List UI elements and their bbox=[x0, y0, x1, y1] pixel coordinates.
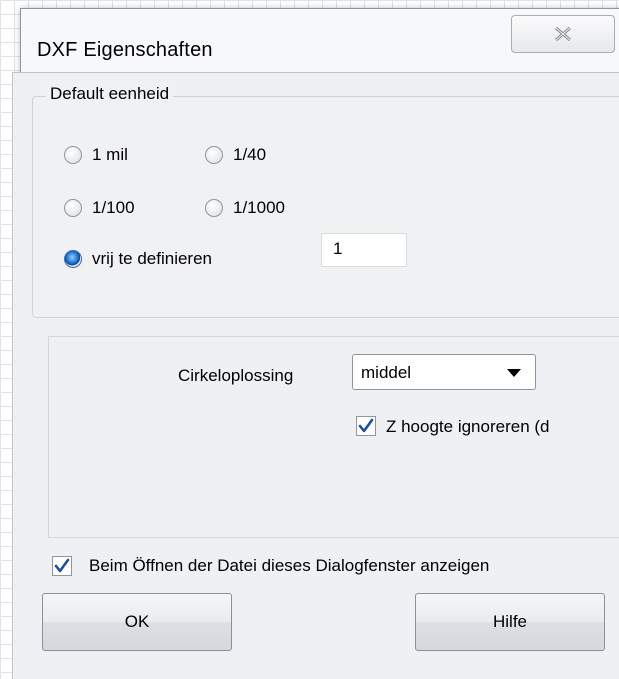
radio-label: 1/40 bbox=[233, 145, 267, 164]
radio-1-1000[interactable]: 1/1000 bbox=[205, 198, 285, 218]
radio-label: 1/100 bbox=[92, 198, 135, 217]
radio-button-selected[interactable] bbox=[64, 250, 82, 268]
custom-unit-input[interactable]: 1 bbox=[321, 233, 407, 267]
title-bar: DXF Eigenschaften bbox=[21, 9, 619, 81]
screen: DXF Eigenschaften Default eenheid 1 mil … bbox=[0, 0, 619, 679]
checkmark-icon bbox=[54, 558, 70, 573]
circle-resolution-select[interactable]: middel bbox=[352, 354, 536, 390]
radio-1-100[interactable]: 1/100 bbox=[64, 198, 135, 218]
triangle-down-icon bbox=[507, 369, 521, 377]
ok-button[interactable]: OK bbox=[42, 593, 232, 651]
radio-button[interactable] bbox=[64, 146, 82, 164]
circle-resolution-label: Cirkeloplossing bbox=[178, 366, 294, 385]
checkmark-icon bbox=[358, 418, 374, 433]
help-button[interactable]: Hilfe bbox=[415, 593, 605, 651]
close-button[interactable] bbox=[511, 15, 615, 53]
show-dialog-checkbox[interactable] bbox=[52, 556, 72, 576]
radio-label: 1/1000 bbox=[233, 198, 285, 217]
default-unit-legend: Default eenheid bbox=[46, 84, 174, 104]
radio-custom[interactable]: vrij te definieren bbox=[64, 249, 212, 269]
radio-button[interactable] bbox=[64, 199, 82, 217]
window-title: DXF Eigenschaften bbox=[37, 39, 213, 61]
show-dialog-label: Beim Öffnen der Datei dieses Dialogfenst… bbox=[89, 556, 490, 575]
radio-button[interactable] bbox=[205, 146, 223, 164]
radio-1-mil[interactable]: 1 mil bbox=[64, 145, 128, 165]
close-x-icon bbox=[555, 26, 571, 42]
radio-label: 1 mil bbox=[92, 145, 128, 164]
z-ignore-label: Z hoogte ignoreren (d bbox=[386, 417, 550, 436]
radio-button[interactable] bbox=[205, 199, 223, 217]
radio-label: vrij te definieren bbox=[92, 249, 213, 268]
radio-1-40[interactable]: 1/40 bbox=[205, 145, 266, 165]
z-ignore-checkbox[interactable] bbox=[356, 416, 376, 436]
select-value: middel bbox=[361, 363, 412, 382]
